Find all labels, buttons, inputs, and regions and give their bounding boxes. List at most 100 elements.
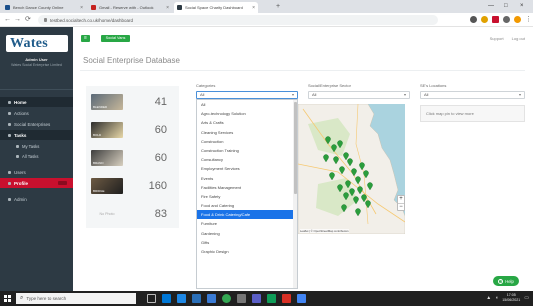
notifications-icon[interactable]: ▭ — [524, 295, 529, 301]
nav-bullet-icon — [8, 111, 11, 115]
close-icon[interactable]: × — [166, 5, 169, 11]
menu-dots-icon[interactable]: ⋮ — [525, 15, 532, 25]
stat-row[interactable]: BRAND 60 — [91, 146, 175, 170]
minimize-button[interactable]: — — [488, 1, 494, 11]
dropdown-option[interactable]: Facilities Management — [197, 183, 297, 192]
enterprise-thumbnail[interactable]: BRAND — [91, 150, 123, 166]
dropdown-option[interactable]: Employment Services — [197, 164, 297, 173]
location-select[interactable]: All ▾ — [420, 91, 525, 99]
dropdown-option[interactable]: Arts & Crafts — [197, 118, 297, 127]
extension-icon[interactable] — [514, 16, 521, 23]
help-icon: ? — [498, 278, 504, 284]
dropdown-option[interactable]: Furniture — [197, 219, 297, 228]
browser-tab-active[interactable]: Social Space Charity Dashboard × — [174, 2, 258, 13]
categories-value: All — [200, 92, 205, 97]
dropdown-option[interactable]: Fire Safety — [197, 192, 297, 201]
stat-row[interactable]: No Photo 83 — [91, 202, 175, 226]
task-view-icon[interactable] — [147, 294, 156, 303]
chrome-icon[interactable] — [222, 294, 231, 303]
volume-icon[interactable]: ◖ — [495, 295, 498, 301]
extension-icon[interactable] — [492, 16, 499, 23]
sidebar-item-all-tasks[interactable]: All Tasks — [0, 151, 73, 161]
extension-icon[interactable] — [481, 16, 488, 23]
mail-icon[interactable] — [207, 294, 216, 303]
dropdown-option[interactable]: Construction — [197, 137, 297, 146]
dropdown-option[interactable]: Food and Catering — [197, 201, 297, 210]
app-icon[interactable] — [297, 294, 306, 303]
close-window-button[interactable]: × — [520, 1, 524, 11]
dropdown-option[interactable]: Construction Training — [197, 146, 297, 155]
close-icon[interactable]: × — [252, 5, 255, 11]
logout-link[interactable]: Log out — [512, 36, 525, 41]
menu-toggle-button[interactable]: ≡ — [81, 35, 90, 42]
stat-row[interactable]: BLENDED 41 — [91, 90, 175, 114]
sidebar-item-home[interactable]: Home — [0, 97, 73, 107]
new-tab-button[interactable]: + — [276, 2, 280, 11]
network-icon[interactable]: ▲ — [486, 295, 491, 301]
dropdown-option[interactable]: Cleaning Services — [197, 128, 297, 137]
browser-tab[interactable]: Bench Dance County Online × — [2, 2, 86, 13]
dropdown-option[interactable]: Consultancy — [197, 155, 297, 164]
scrollbar-thumb[interactable] — [293, 102, 297, 194]
dropdown-option[interactable]: All — [197, 100, 297, 109]
dropdown-option[interactable]: Gardening — [197, 229, 297, 238]
sidebar-item-tasks[interactable]: Tasks — [0, 130, 73, 140]
dropdown-option[interactable]: Events — [197, 174, 297, 183]
extension-icon[interactable] — [470, 16, 477, 23]
nav-bullet-icon — [8, 133, 11, 137]
enterprise-map[interactable] — [298, 104, 405, 234]
clock[interactable]: 17:05 15/06/2021 — [502, 293, 520, 302]
enterprise-thumbnail[interactable]: BLENDED — [91, 94, 123, 110]
app-icon[interactable] — [282, 294, 291, 303]
dropdown-option[interactable]: Graphic Design — [197, 247, 297, 256]
help-button[interactable]: ? Help — [493, 276, 519, 286]
enterprise-thumbnail[interactable]: BRIDGE — [91, 178, 123, 194]
support-link[interactable]: Support — [490, 36, 504, 41]
sector-select[interactable]: All ▾ — [308, 91, 410, 99]
forward-icon[interactable]: → — [14, 15, 21, 25]
store-icon[interactable] — [192, 294, 201, 303]
close-icon[interactable]: × — [80, 5, 83, 11]
enterprise-thumbnail[interactable]: BOLD — [91, 122, 123, 138]
app-icon[interactable] — [237, 294, 246, 303]
map-canvas[interactable] — [298, 104, 405, 234]
sidebar-item-social-enterprises[interactable]: Social Enterprises — [0, 119, 73, 129]
profile-icon[interactable] — [503, 16, 510, 23]
brand-logo[interactable]: Wates — [6, 35, 68, 52]
thumbnail-label: BRAND — [93, 161, 104, 165]
app-icon[interactable] — [267, 294, 276, 303]
dropdown-option[interactable]: Gifts — [197, 238, 297, 247]
sidebar-item-label: Actions — [14, 110, 29, 116]
thumbnail-label: No Photo — [99, 212, 115, 216]
dropdown-option[interactable]: Food & Drink Catering/Cafe — [197, 210, 297, 220]
windows-start-icon[interactable] — [4, 295, 11, 302]
maximize-button[interactable]: □ — [504, 1, 508, 11]
sidebar-item-profile[interactable]: Profile — [0, 178, 73, 188]
map-attribution[interactable]: Leaflet | © OpenStreetMap contributors — [300, 229, 349, 233]
sidebar-item-actions[interactable]: Actions — [0, 108, 73, 118]
edge-icon[interactable] — [162, 294, 171, 303]
back-icon[interactable]: ← — [4, 15, 11, 25]
categories-select[interactable]: All ▾ — [196, 91, 298, 99]
dropdown-scrollbar[interactable] — [293, 100, 297, 288]
sidebar-item-label: Users — [14, 169, 26, 175]
file-explorer-icon[interactable] — [177, 294, 186, 303]
categories-dropdown-list[interactable]: All Agro-technology Solution Arts & Crafts… — [196, 99, 298, 289]
enterprise-thumbnail[interactable]: No Photo — [91, 206, 123, 222]
social-vans-button[interactable]: Social Vans — [101, 35, 130, 42]
stat-row[interactable]: BRIDGE 160 — [91, 174, 175, 198]
dropdown-option[interactable]: Agro-technology Solution — [197, 109, 297, 118]
zoom-out-button[interactable]: − — [398, 204, 404, 212]
url-field[interactable]: testbed.socialtech.co.uk/home/dashboard — [38, 15, 438, 25]
system-tray: ▲ ◖ 17:05 15/06/2021 ▭ — [486, 293, 529, 302]
browser-tab[interactable]: Gmail - Reserve with - Outlook × — [88, 2, 172, 13]
teams-icon[interactable] — [252, 294, 261, 303]
taskbar-search[interactable]: ⌕ Type here to search — [16, 293, 136, 304]
reload-icon[interactable]: ⟳ — [25, 15, 31, 25]
zoom-in-button[interactable]: + — [398, 196, 404, 204]
stat-row[interactable]: BOLD 60 — [91, 118, 175, 142]
sidebar-item-users[interactable]: Users — [0, 167, 73, 177]
sidebar-item-admin[interactable]: Admin — [0, 194, 73, 204]
sidebar-item-my-tasks[interactable]: My Tasks — [0, 141, 73, 151]
thumbnail-label: BOLD — [93, 133, 102, 137]
